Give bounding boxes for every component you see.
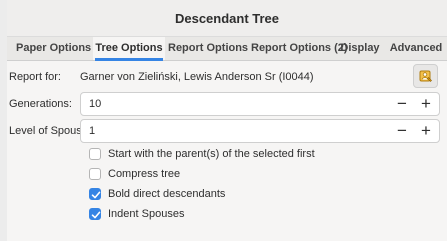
bold-direct-descendants-checkbox[interactable]: Bold direct descendants [89,186,225,202]
tab-display[interactable]: Display [336,37,384,60]
checkbox-box[interactable] [89,148,101,160]
checkbox-box-checked[interactable] [89,208,101,220]
generations-decrement-button[interactable]: − [390,93,414,115]
indent-spouses-checkbox[interactable]: Indent Spouses [89,206,184,222]
level-of-spouses-decrement-button[interactable]: − [390,120,414,142]
generations-label: Generations: [9,98,72,110]
checkbox-box-checked[interactable] [89,188,101,200]
report-dialog: Descendant Tree Paper Options Tree Optio… [0,0,447,241]
generations-spinner: 10 − + [80,92,440,116]
tab-advanced[interactable]: Advanced [387,37,445,60]
start-with-parents-checkbox[interactable]: Start with the parent(s) of the selected… [89,146,315,162]
tab-report-options[interactable]: Report Options [168,37,248,60]
tab-tree-options[interactable]: Tree Options [93,37,165,61]
level-of-spouses-spinner: 1 − + [80,119,440,143]
checkmark-icon [91,191,101,199]
indent-spouses-label: Indent Spouses [108,208,185,220]
report-for-person: Garner von Zieliński, Lewis Anderson Sr … [80,71,314,83]
select-person-button[interactable] [413,64,438,88]
tab-paper-options[interactable]: Paper Options [16,37,91,60]
compress-tree-checkbox[interactable]: Compress tree [89,166,180,182]
bold-direct-descendants-label: Bold direct descendants [108,188,226,200]
checkbox-box[interactable] [89,168,101,180]
level-of-spouses-input[interactable]: 1 [89,120,95,142]
generations-increment-button[interactable]: + [414,93,438,115]
tab-report-options-2[interactable]: Report Options (2) [251,37,348,60]
person-select-icon [419,70,432,82]
level-of-spouses-increment-button[interactable]: + [414,120,438,142]
generations-input[interactable]: 10 [89,93,101,115]
compress-tree-label: Compress tree [108,168,181,180]
start-with-parents-label: Start with the parent(s) of the selected… [108,148,315,160]
checkmark-icon [91,211,101,219]
dialog-title: Descendant Tree [7,0,447,37]
tab-bar: Paper Options Tree Options Report Option… [7,37,447,61]
report-for-label: Report for: [9,71,61,83]
